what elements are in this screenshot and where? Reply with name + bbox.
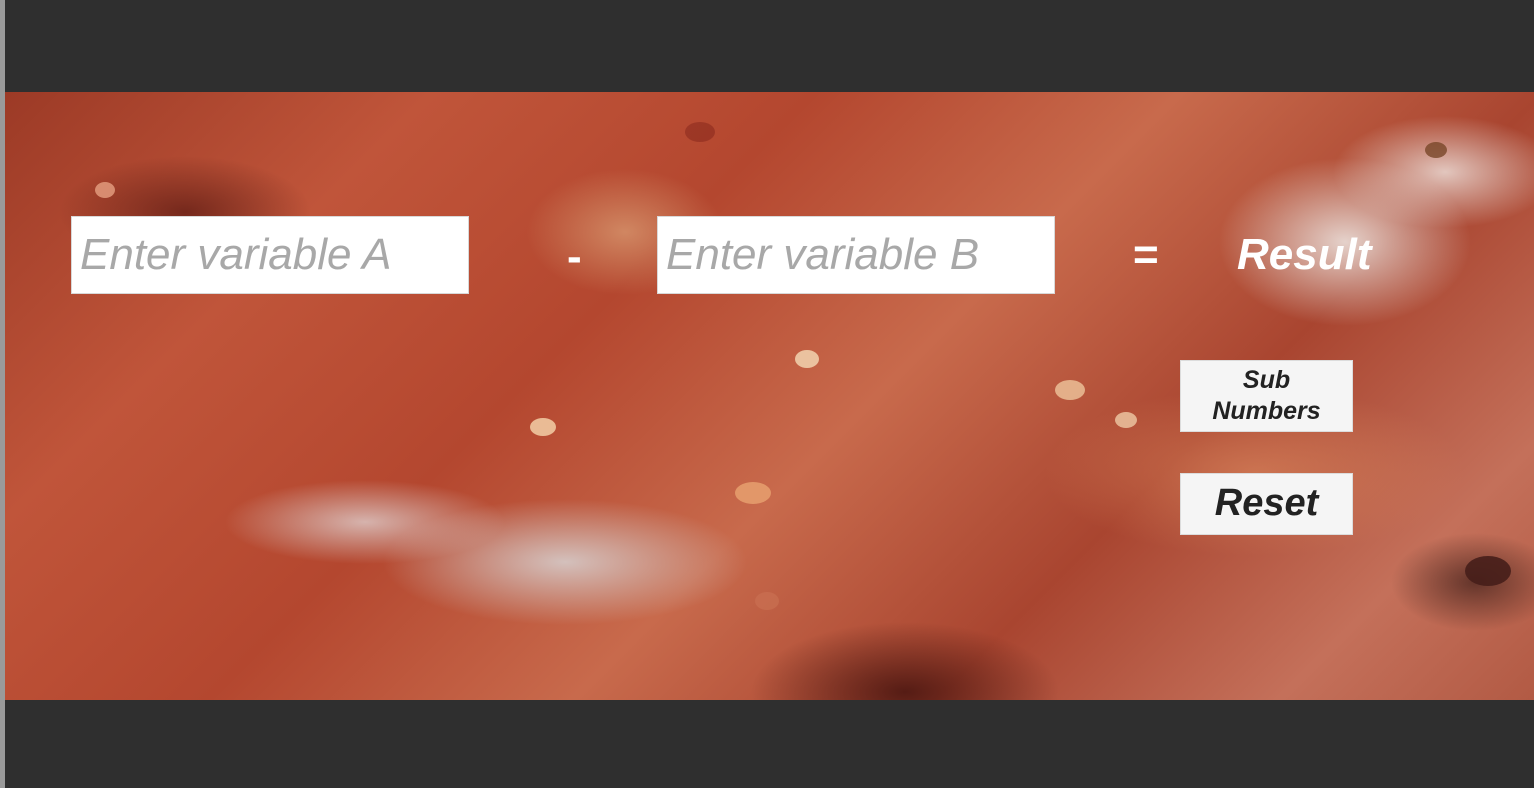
background-droplet <box>755 592 779 610</box>
background-droplet <box>1425 142 1447 158</box>
reset-label: Reset <box>1214 482 1319 525</box>
background-droplet <box>1115 412 1137 428</box>
variable-b-input[interactable] <box>657 216 1055 294</box>
marble-background: - = Result Sub Numbers Reset <box>5 92 1534 700</box>
variable-a-input[interactable] <box>71 216 469 294</box>
result-output: Result <box>1237 230 1372 279</box>
background-droplet <box>735 482 771 504</box>
background-droplet <box>1465 556 1511 586</box>
sub-numbers-label: Sub Numbers <box>1212 365 1321 425</box>
background-droplet <box>95 182 115 198</box>
sub-numbers-button[interactable]: Sub Numbers <box>1180 360 1353 432</box>
minus-operator: - <box>567 232 582 281</box>
background-droplet <box>795 350 819 368</box>
equals-operator: = <box>1133 230 1159 279</box>
reset-button[interactable]: Reset <box>1180 473 1353 535</box>
background-droplet <box>685 122 715 142</box>
background-droplet <box>1055 380 1085 400</box>
background-droplet <box>530 418 556 436</box>
